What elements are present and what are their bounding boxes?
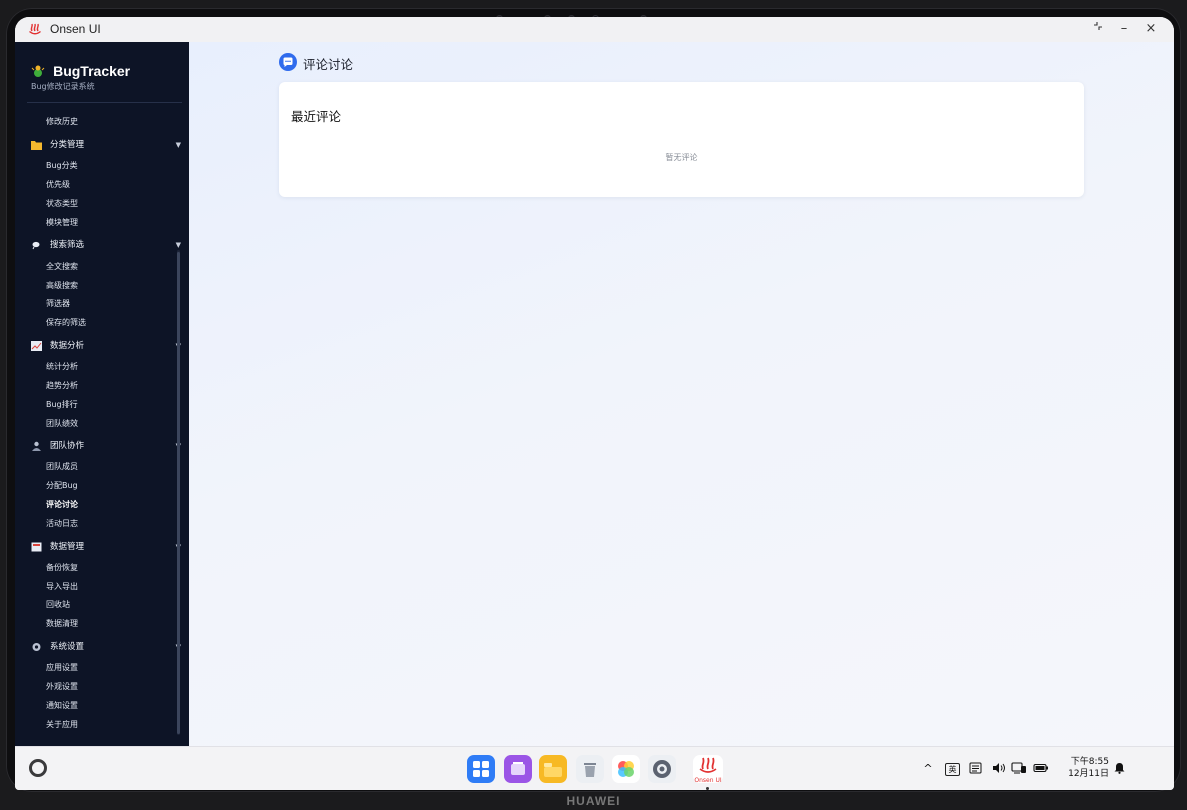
- sidebar-item[interactable]: 活动日志: [46, 518, 78, 530]
- start-button[interactable]: [29, 759, 47, 777]
- onsen-ui-icon[interactable]: Onsen UI: [693, 755, 723, 784]
- group-label: 数据分析: [50, 341, 85, 351]
- sidebar-group-team[interactable]: 团队协作 ▼: [31, 439, 181, 453]
- notification-bell-icon[interactable]: [1113, 762, 1125, 776]
- sidebar-item[interactable]: 团队绩效: [46, 418, 78, 430]
- display-icon[interactable]: [1011, 762, 1027, 776]
- sidebar-item[interactable]: 优先级: [46, 179, 70, 191]
- brand-subtitle: Bug修改记录系统: [31, 82, 95, 91]
- sidebar-item[interactable]: 模块管理: [46, 217, 78, 229]
- clipboard-icon[interactable]: [968, 762, 982, 776]
- chevron-up-icon[interactable]: ^: [922, 762, 934, 776]
- sidebar-item[interactable]: 通知设置: [46, 700, 78, 712]
- screen: Onsen UI – × BugTracker Bug修改记录系统 修改历史 分…: [15, 17, 1174, 790]
- group-label: 搜索筛选: [50, 240, 85, 250]
- window-title: Onsen UI: [50, 22, 101, 36]
- sidebar-item[interactable]: 关于应用: [46, 719, 78, 731]
- sidebar-item[interactable]: Bug分类: [46, 160, 78, 172]
- divider: [27, 102, 182, 103]
- sidebar: BugTracker Bug修改记录系统 修改历史 分类管理 ▼ Bug分类 优…: [15, 42, 189, 746]
- trash-icon[interactable]: [576, 755, 604, 783]
- clock-date: 12月11日: [1068, 769, 1109, 779]
- sidebar-item[interactable]: 应用设置: [46, 662, 78, 674]
- folder-icon: [31, 141, 42, 150]
- sidebar-item[interactable]: 备份恢复: [46, 562, 78, 574]
- group-label: 团队协作: [50, 441, 85, 451]
- sidebar-item[interactable]: Bug排行: [46, 399, 78, 411]
- files-icon[interactable]: [539, 755, 567, 783]
- sidebar-item[interactable]: 导入导出: [46, 581, 78, 593]
- page-title: 评论讨论: [303, 57, 354, 72]
- sidebar-item[interactable]: 状态类型: [46, 198, 78, 210]
- running-indicator: [706, 787, 709, 790]
- clock[interactable]: 下午8:55 12月11日: [1067, 756, 1109, 780]
- team-icon: [32, 441, 41, 451]
- app-grid-icon[interactable]: [467, 755, 495, 783]
- clock-time: 下午8:55: [1070, 757, 1109, 767]
- minimize-button[interactable]: –: [1114, 20, 1134, 38]
- sidebar-item[interactable]: 数据清理: [46, 618, 78, 630]
- sidebar-item[interactable]: 趋势分析: [46, 380, 78, 392]
- group-label: 数据管理: [50, 542, 85, 552]
- bug-logo-icon: [31, 65, 45, 77]
- sidebar-group-settings[interactable]: 系统设置 ▼: [31, 640, 181, 654]
- search-icon: [32, 241, 40, 250]
- sidebar-group-data[interactable]: 数据管理 ▼: [31, 540, 181, 554]
- sidebar-item[interactable]: 保存的筛选: [46, 317, 86, 329]
- brand-name: BugTracker: [53, 62, 131, 79]
- sidebar-item[interactable]: 高级搜索: [46, 280, 78, 292]
- sidebar-group-search[interactable]: 搜索筛选 ▼: [31, 238, 181, 252]
- database-icon: [31, 542, 42, 552]
- battery-icon[interactable]: [1033, 762, 1049, 776]
- comment-icon: [279, 53, 297, 71]
- volume-icon[interactable]: [992, 762, 1006, 776]
- multitask-icon[interactable]: [504, 755, 532, 783]
- sidebar-group-analysis[interactable]: 数据分析 ▼: [31, 339, 181, 353]
- sidebar-item-active[interactable]: 评论讨论: [46, 499, 78, 511]
- sidebar-item[interactable]: 外观设置: [46, 681, 78, 693]
- sidebar-item[interactable]: 全文搜索: [46, 261, 78, 273]
- gallery-icon[interactable]: [612, 755, 640, 783]
- group-label: 系统设置: [50, 642, 85, 652]
- sidebar-item[interactable]: 团队成员: [46, 461, 78, 473]
- main-content: 评论讨论 最近评论 暂无评论: [189, 42, 1174, 746]
- sidebar-item-history[interactable]: 修改历史: [46, 116, 78, 128]
- chart-icon: [31, 341, 42, 351]
- input-method-icon[interactable]: 英: [945, 763, 960, 776]
- brand: BugTracker: [31, 60, 131, 79]
- device-brand: HUAWEI: [566, 794, 621, 808]
- sidebar-group-category[interactable]: 分类管理 ▼: [31, 138, 181, 152]
- settings-icon[interactable]: [648, 755, 676, 783]
- gear-icon: [32, 643, 41, 651]
- dock-app-label: Onsen UI: [694, 777, 722, 784]
- sidebar-item[interactable]: 分配Bug: [46, 480, 78, 492]
- sidebar-item[interactable]: 回收站: [46, 599, 70, 611]
- close-button[interactable]: ×: [1141, 20, 1161, 38]
- sidebar-item[interactable]: 筛选器: [46, 298, 70, 310]
- group-label: 分类管理: [50, 140, 85, 150]
- taskbar: Onsen UI ^ 英 下午8:55 12月11日: [15, 746, 1174, 790]
- recent-comments-card: 最近评论 暂无评论: [279, 82, 1084, 197]
- chevron-down-icon: ▼: [175, 141, 181, 149]
- window-titlebar: Onsen UI – ×: [15, 17, 1174, 43]
- onsen-ui-logo-icon: [29, 23, 41, 35]
- card-title: 最近评论: [291, 109, 342, 124]
- sidebar-scrollbar-thumb[interactable]: [177, 252, 180, 734]
- restore-icon[interactable]: [1088, 20, 1108, 38]
- empty-state-text: 暂无评论: [665, 153, 698, 162]
- sidebar-item[interactable]: 统计分析: [46, 361, 78, 373]
